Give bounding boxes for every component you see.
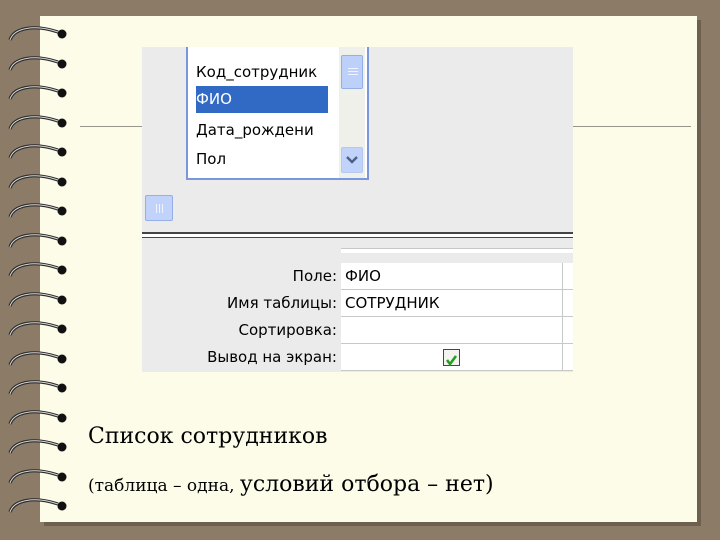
binding-ring-icon (4, 258, 74, 282)
query-designer-screenshot: Код_сотрудник ФИО Дата_рождени Пол Поле:… (142, 47, 573, 372)
next-column-cell[interactable] (563, 317, 573, 344)
query-grid: Поле: ФИО Имя таблицы: СОТРУДНИК Сортиро… (142, 238, 573, 372)
caption-title: Список сотрудников (88, 424, 328, 449)
horizontal-scroll-thumb[interactable] (145, 195, 173, 221)
table-cell[interactable]: СОТРУДНИК (341, 290, 563, 317)
row-label-field: Поле: (292, 267, 337, 285)
show-checkbox[interactable] (443, 349, 460, 367)
show-cell (341, 344, 563, 371)
chevron-down-icon[interactable] (341, 147, 363, 173)
binding-ring-icon (4, 229, 74, 253)
table-pane: Код_сотрудник ФИО Дата_рождени Пол (142, 47, 573, 232)
binding-ring-icon (4, 170, 74, 194)
field-list-item[interactable]: Пол (196, 146, 328, 173)
column-selector[interactable] (341, 248, 573, 253)
binding-ring-icon (4, 435, 74, 459)
binding-ring-icon (4, 140, 74, 164)
binding-ring-icon (4, 406, 74, 430)
binding-ring-icon (4, 111, 74, 135)
caption-subtitle: (таблица – одна, условий отбора – нет) (88, 472, 494, 497)
caption-subtitle-large: условий отбора – нет) (239, 472, 494, 497)
binding-ring-icon (4, 22, 74, 46)
checkmark-icon (445, 355, 458, 367)
next-column-cell[interactable] (563, 344, 573, 371)
next-column-cell[interactable] (563, 263, 573, 290)
row-label-show: Вывод на экран: (207, 348, 337, 366)
field-cell[interactable]: ФИО (341, 263, 563, 290)
spiral-binding (0, 22, 80, 522)
binding-ring-icon (4, 199, 74, 223)
binding-ring-icon (4, 288, 74, 312)
field-list-item-selected[interactable]: ФИО (196, 86, 328, 113)
caption-subtitle-small: (таблица – одна, (88, 476, 240, 496)
next-column-cell[interactable] (563, 290, 573, 317)
sort-cell[interactable] (341, 317, 563, 344)
field-list-item[interactable]: Дата_рождени (196, 117, 328, 144)
row-label-sort: Сортировка: (238, 321, 337, 339)
binding-ring-icon (4, 81, 74, 105)
field-list-item[interactable]: Код_сотрудник (196, 59, 328, 86)
field-list-scrollbar[interactable] (339, 47, 365, 178)
binding-ring-icon (4, 494, 74, 518)
binding-ring-icon (4, 347, 74, 371)
binding-ring-icon (4, 465, 74, 489)
field-list-box: Код_сотрудник ФИО Дата_рождени Пол (186, 47, 369, 180)
binding-ring-icon (4, 52, 74, 76)
row-label-table: Имя таблицы: (227, 294, 337, 312)
binding-ring-icon (4, 376, 74, 400)
binding-ring-icon (4, 317, 74, 341)
scrollbar-thumb[interactable] (341, 55, 363, 89)
